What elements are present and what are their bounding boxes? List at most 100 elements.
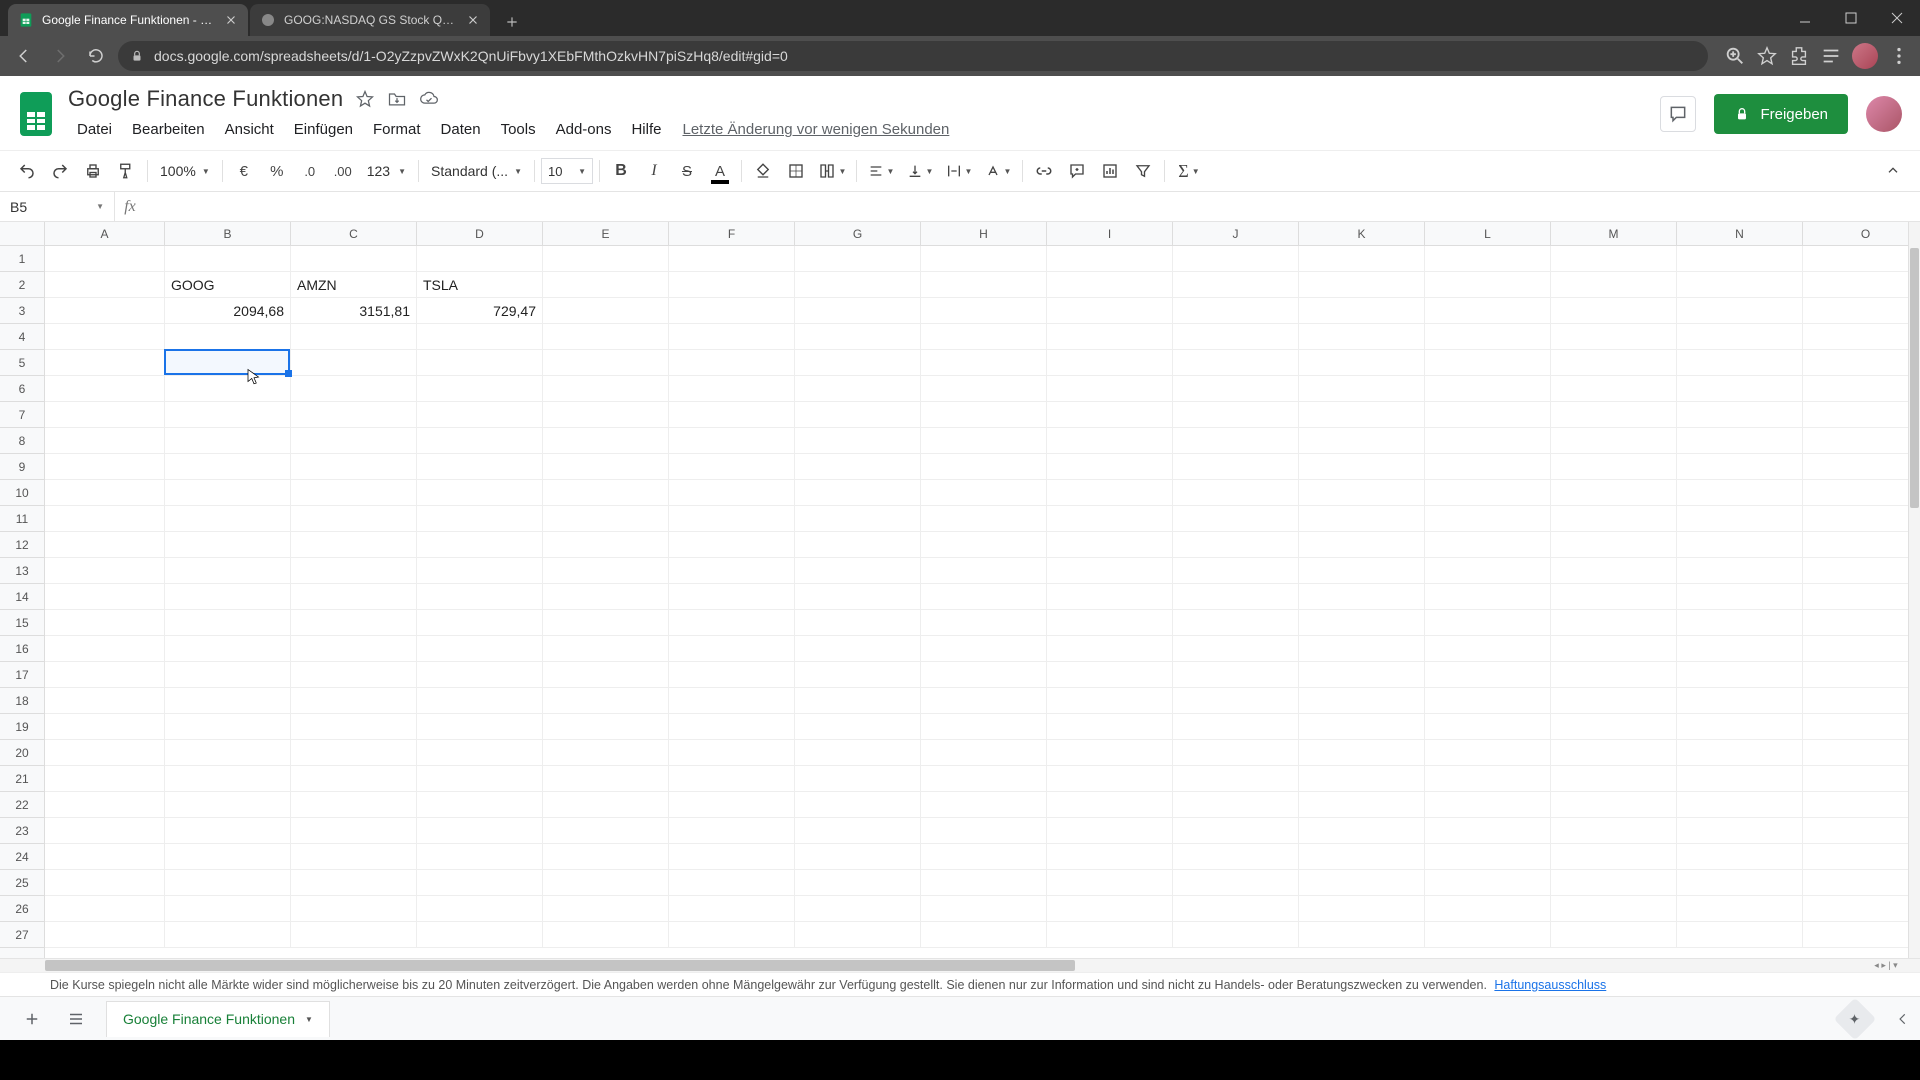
cell[interactable] [921, 532, 1047, 558]
cell[interactable]: 2094,68 [165, 298, 291, 324]
cell[interactable] [1551, 298, 1677, 324]
row-header[interactable]: 25 [0, 870, 44, 896]
currency-button[interactable]: € [229, 156, 259, 186]
cell[interactable] [543, 636, 669, 662]
row-header[interactable]: 10 [0, 480, 44, 506]
cell[interactable] [543, 870, 669, 896]
cell[interactable] [1047, 714, 1173, 740]
cell[interactable] [1677, 740, 1803, 766]
cell[interactable] [1677, 636, 1803, 662]
cell[interactable] [417, 532, 543, 558]
cell[interactable] [165, 792, 291, 818]
cell[interactable] [417, 766, 543, 792]
cell[interactable] [921, 246, 1047, 272]
forward-button[interactable] [46, 42, 74, 70]
cell[interactable] [165, 350, 291, 376]
cell[interactable] [1551, 350, 1677, 376]
cell[interactable] [795, 558, 921, 584]
cell[interactable] [45, 896, 165, 922]
cell[interactable] [543, 246, 669, 272]
cell[interactable] [1551, 272, 1677, 298]
cell[interactable] [1803, 532, 1920, 558]
row-header[interactable]: 26 [0, 896, 44, 922]
cell[interactable] [1047, 662, 1173, 688]
cell[interactable] [417, 350, 543, 376]
number-format-selector[interactable]: 123▼ [361, 163, 412, 179]
cell[interactable] [1551, 740, 1677, 766]
cell[interactable] [1299, 662, 1425, 688]
cell[interactable] [921, 636, 1047, 662]
cell[interactable] [1803, 454, 1920, 480]
horizontal-align-button[interactable] [863, 156, 899, 186]
cell[interactable] [1551, 636, 1677, 662]
cell[interactable] [1425, 506, 1551, 532]
cell[interactable] [1299, 688, 1425, 714]
cell[interactable] [669, 792, 795, 818]
column-header[interactable]: O [1803, 222, 1920, 245]
bold-button[interactable]: B [606, 156, 636, 186]
cell[interactable] [1173, 766, 1299, 792]
cell[interactable] [795, 428, 921, 454]
cell[interactable] [1047, 688, 1173, 714]
cell[interactable] [1299, 402, 1425, 428]
cell[interactable] [291, 896, 417, 922]
cell[interactable] [1677, 870, 1803, 896]
cell[interactable] [1425, 610, 1551, 636]
cell[interactable] [795, 506, 921, 532]
cell[interactable] [165, 480, 291, 506]
cell[interactable] [1425, 662, 1551, 688]
collapse-toolbar-button[interactable] [1878, 156, 1908, 186]
cell[interactable] [1803, 506, 1920, 532]
cell[interactable] [1299, 376, 1425, 402]
cell[interactable] [543, 714, 669, 740]
side-panel-toggle[interactable] [1896, 1012, 1910, 1026]
cell[interactable] [45, 376, 165, 402]
cell[interactable] [669, 454, 795, 480]
menu-ansicht[interactable]: Ansicht [216, 115, 283, 144]
cell[interactable] [1803, 636, 1920, 662]
cell[interactable] [795, 532, 921, 558]
column-header[interactable]: N [1677, 222, 1803, 245]
cell[interactable] [795, 298, 921, 324]
cell[interactable] [669, 376, 795, 402]
share-button[interactable]: Freigeben [1714, 94, 1848, 134]
cell[interactable] [795, 454, 921, 480]
column-header[interactable]: D [417, 222, 543, 245]
cell[interactable] [1551, 402, 1677, 428]
row-header[interactable]: 21 [0, 766, 44, 792]
cell[interactable] [543, 298, 669, 324]
cell[interactable] [291, 922, 417, 948]
name-box[interactable]: B5 ▼ [0, 192, 115, 221]
menu-icon[interactable] [1888, 45, 1910, 67]
column-header[interactable]: F [669, 222, 795, 245]
cell[interactable] [1173, 454, 1299, 480]
cell[interactable]: 729,47 [417, 298, 543, 324]
sheet-tab-active[interactable]: Google Finance Funktionen ▼ [106, 1001, 330, 1037]
cell[interactable] [1803, 844, 1920, 870]
cell[interactable] [1677, 610, 1803, 636]
cell[interactable] [1551, 818, 1677, 844]
cell[interactable] [291, 324, 417, 350]
cell[interactable] [291, 792, 417, 818]
column-header[interactable]: C [291, 222, 417, 245]
spreadsheet-grid[interactable]: ABCDEFGHIJKLMNO 123456789101112131415161… [0, 222, 1920, 958]
explore-button[interactable]: ✦ [1834, 997, 1876, 1039]
cell[interactable] [1299, 532, 1425, 558]
vertical-scrollbar[interactable] [1908, 222, 1920, 958]
cell[interactable] [1803, 922, 1920, 948]
cell[interactable] [45, 532, 165, 558]
cell[interactable] [1677, 246, 1803, 272]
cell[interactable] [921, 558, 1047, 584]
cell[interactable] [1425, 298, 1551, 324]
cell[interactable] [165, 740, 291, 766]
cell[interactable] [669, 532, 795, 558]
cell[interactable] [795, 714, 921, 740]
cell[interactable] [795, 272, 921, 298]
cell[interactable] [1047, 272, 1173, 298]
star-icon[interactable] [1756, 45, 1778, 67]
cell[interactable] [543, 766, 669, 792]
cell[interactable] [1803, 376, 1920, 402]
cell[interactable] [795, 792, 921, 818]
cell[interactable] [45, 246, 165, 272]
cell[interactable] [1047, 792, 1173, 818]
